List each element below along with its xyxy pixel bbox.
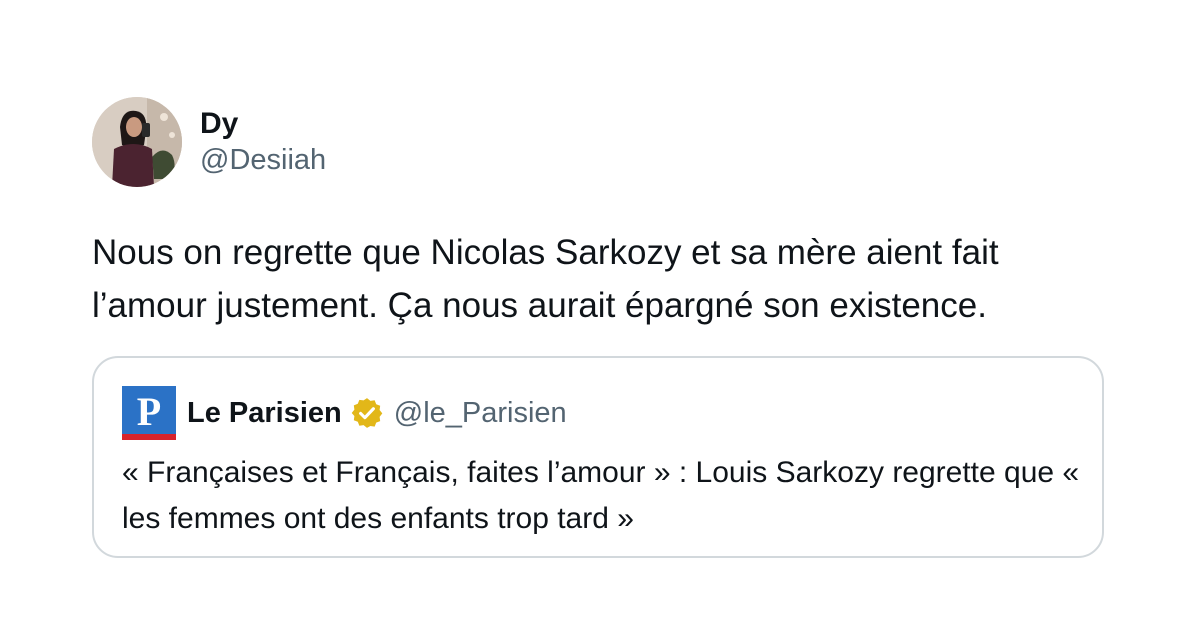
avatar[interactable] [92, 97, 182, 187]
quoted-tweet-header: P Le Parisien @le_Parisien [122, 386, 567, 440]
quoted-tweet-text: « Françaises et Français, faites l’amour… [122, 456, 1080, 535]
author-display-name[interactable]: Dy [200, 106, 326, 142]
tweet-text: Nous on regrette que Nicolas Sarkozy et … [92, 233, 999, 325]
quoted-tweet-card[interactable]: P Le Parisien @le_Parisien « Françaises … [92, 356, 1104, 558]
verified-badge-icon [350, 396, 384, 430]
quoted-author-handle[interactable]: @le_Parisien [394, 397, 567, 430]
author-handle[interactable]: @Desiiah [200, 142, 326, 178]
quoted-author-name[interactable]: Le Parisien [187, 397, 342, 430]
tweet-author[interactable]: Dy @Desiiah [92, 96, 1108, 188]
logo-letter: P [137, 389, 161, 434]
tweet: Dy @Desiiah Nous on regrette que Nicolas… [92, 96, 1108, 558]
author-names: Dy @Desiiah [200, 106, 326, 178]
le-parisien-logo-icon: P [122, 386, 176, 440]
